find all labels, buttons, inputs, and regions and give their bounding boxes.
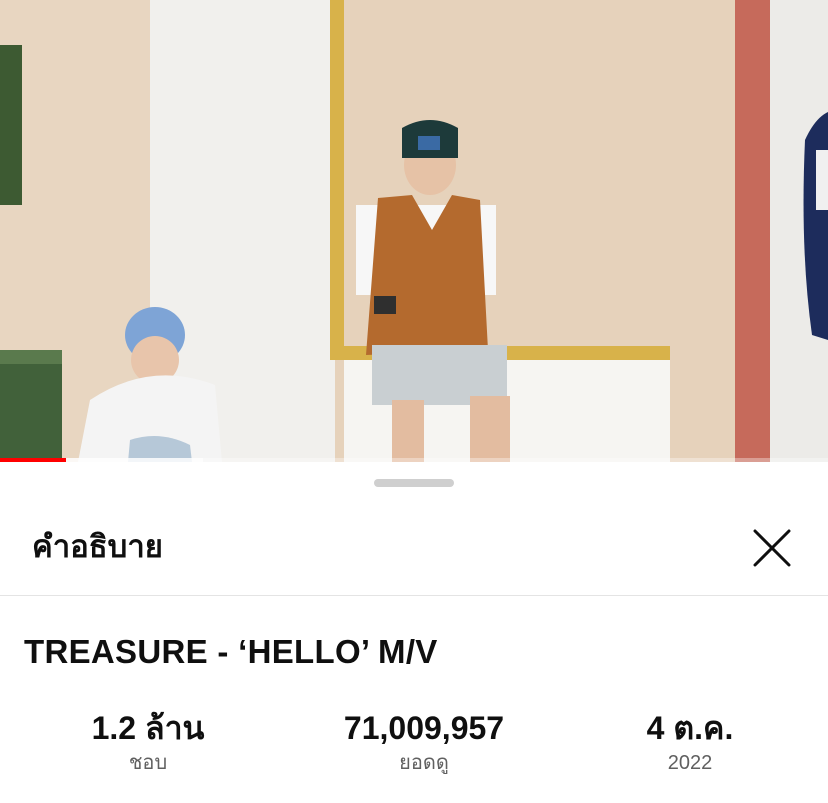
description-sheet: คำอธิบาย TREASURE - ‘HELLO’ M/V 1.2 ล้าน…	[0, 462, 828, 803]
likes-count: 1.2 ล้าน	[91, 710, 205, 746]
video-frame-image	[0, 0, 828, 462]
video-title: TREASURE - ‘HELLO’ M/V	[24, 633, 438, 670]
upload-date-stat: 4 ต.ค. 2022	[570, 707, 810, 777]
views-count: 71,009,957	[343, 710, 505, 746]
upload-date: 4 ต.ค.	[646, 710, 734, 746]
views-label: ยอดดู	[399, 752, 449, 774]
close-icon	[753, 529, 791, 567]
sheet-drag-handle[interactable]	[374, 479, 454, 487]
likes-stat: 1.2 ล้าน ชอบ	[28, 707, 268, 777]
sheet-title: คำอธิบาย	[32, 529, 163, 564]
video-stats: 1.2 ล้าน ชอบ 71,009,957 ยอดดู 4 ต.ค. 202…	[0, 707, 828, 787]
likes-label: ชอบ	[128, 752, 168, 774]
close-button[interactable]	[748, 524, 796, 572]
video-player[interactable]	[0, 0, 828, 462]
upload-year: 2022	[667, 752, 713, 774]
views-stat: 71,009,957 ยอดดู	[304, 707, 544, 777]
sheet-header: คำอธิบาย	[0, 502, 828, 596]
